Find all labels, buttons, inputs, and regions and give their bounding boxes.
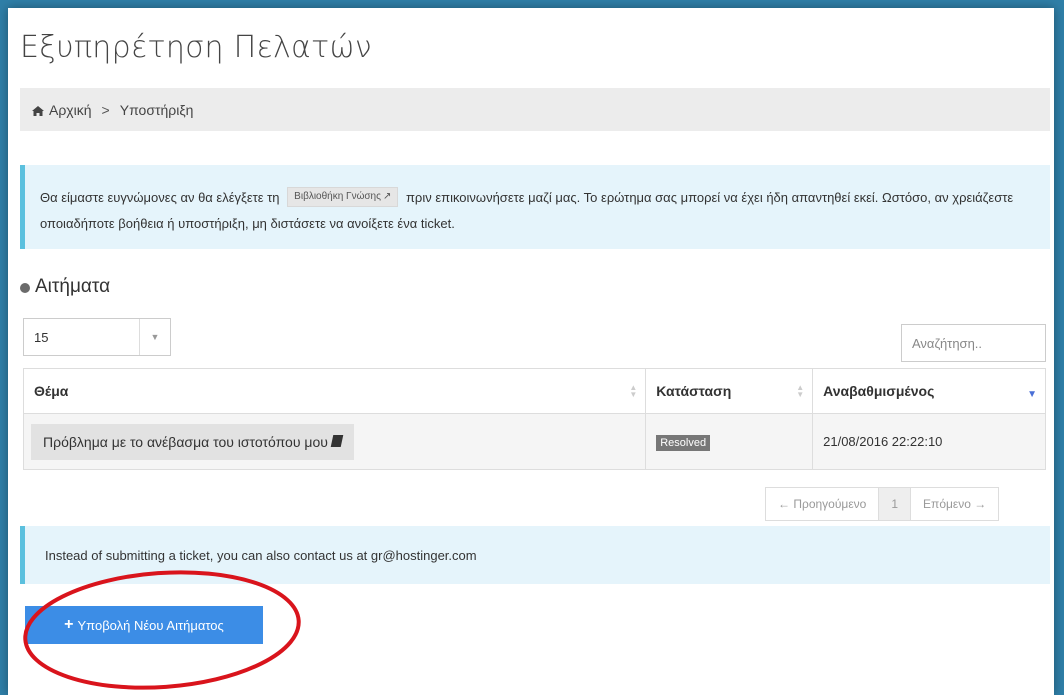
pagination-previous[interactable]: ← Προηγούμενο — [766, 488, 879, 520]
plus-icon: + — [64, 616, 74, 633]
contact-text: Instead of submitting a ticket, you can … — [45, 547, 477, 563]
page-size-value: 15 — [34, 329, 49, 345]
tickets-title: Αιτήματα — [35, 276, 111, 297]
sort-icon: ▲ ▼ — [796, 383, 805, 399]
tickets-heading: Αιτήματα — [20, 276, 110, 298]
table-row[interactable]: Πρόβλημα με το ανέβασμα του ιστοτόπου μο… — [22, 413, 1046, 470]
book-icon — [330, 434, 344, 447]
notice-text-before: Θα είμαστε ευγνώμονες αν θα ελέγξετε τη — [40, 190, 280, 205]
ticket-subject-button[interactable]: Πρόβλημα με το ανέβασμα του ιστοτόπου μο… — [31, 423, 354, 460]
column-label-status: Κατάσταση — [656, 383, 732, 399]
updated-cell: 21/08/2016 22:22:10 — [812, 413, 1046, 470]
page-frame: Εξυπηρέτηση Πελατών Αρχική > Υποστήριξη … — [8, 8, 1054, 695]
ticket-subject: Πρόβλημα με το ανέβασμα του ιστοτόπου μο… — [43, 433, 328, 450]
pagination: ← Προηγούμενο 1 Επόμενο → — [765, 487, 1000, 521]
page-size-select[interactable]: 15 ▼ — [23, 318, 171, 356]
knowledge-base-notice: Θα είμαστε ευγνώμονες αν θα ελέγξετε τη … — [20, 165, 1050, 249]
globe-icon — [20, 283, 30, 293]
column-header-status[interactable]: Κατάσταση ▲ ▼ — [645, 368, 814, 414]
subject-cell: Πρόβλημα με το ανέβασμα του ιστοτόπου μο… — [22, 413, 647, 470]
sort-icon: ▲ ▼ — [629, 383, 638, 399]
breadcrumb-current: Υποστήριξη — [119, 101, 194, 118]
knowledge-base-link[interactable]: Βιβλιοθήκη Γνώσης ↗ — [287, 186, 399, 207]
submit-new-ticket-button[interactable]: + Υποβολή Νέου Αιτήματος — [25, 606, 263, 644]
sort-desc-icon: ▼ — [1027, 389, 1037, 400]
breadcrumb: Αρχική > Υποστήριξη — [20, 88, 1050, 131]
home-icon — [32, 105, 44, 116]
external-link-icon: ↗ — [382, 190, 392, 202]
knowledge-base-link-label: Βιβλιοθήκη Γνώσης — [294, 190, 381, 202]
contact-notice: Instead of submitting a ticket, you can … — [20, 526, 1050, 584]
pagination-next[interactable]: Επόμενο → — [910, 488, 999, 520]
search-input[interactable] — [901, 324, 1046, 362]
breadcrumb-separator: > — [101, 101, 110, 118]
status-badge: Resolved — [656, 434, 711, 451]
status-cell: Resolved — [645, 413, 814, 470]
column-header-subject[interactable]: Θέμα ▲ ▼ — [22, 368, 647, 414]
breadcrumb-home[interactable]: Αρχική — [49, 102, 92, 118]
column-header-updated[interactable]: Αναβαθμισμένος ▼ — [812, 368, 1046, 414]
tickets-table: Θέμα ▲ ▼ Κατάσταση ▲ ▼ Αναβαθμισμένος ▼ Πρόβλ… — [22, 368, 1046, 470]
column-label-subject: Θέμα — [34, 383, 69, 399]
chevron-down-icon: ▼ — [139, 319, 170, 355]
pagination-page-current[interactable]: 1 — [878, 488, 911, 520]
submit-new-ticket-label: Υποβολή Νέου Αιτήματος — [77, 617, 224, 633]
page-title: Εξυπηρέτηση Πελατών — [20, 30, 372, 65]
column-label-updated: Αναβαθμισμένος — [823, 383, 935, 399]
